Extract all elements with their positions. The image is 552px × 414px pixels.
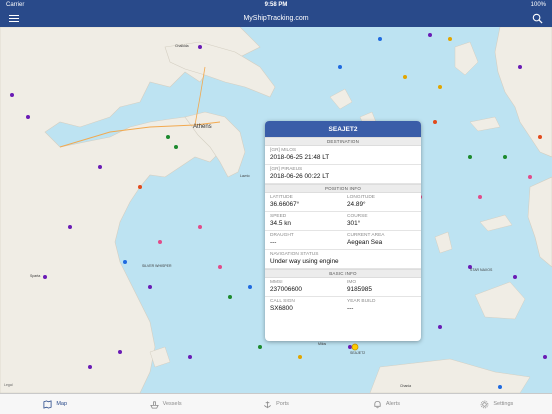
callsign-value: SX6800 xyxy=(270,305,293,312)
naxos-island xyxy=(434,231,453,254)
speed-course-row: SPEED 34.5 kn COURSE 301° xyxy=(265,212,421,231)
vessel-info-popup[interactable]: SEAJET2 DESTINATION [GR] MILOS 2018-06-2… xyxy=(265,121,421,341)
navigation-bar: MyShipTracking.com xyxy=(0,10,552,27)
tab-ports[interactable]: Ports xyxy=(221,394,331,414)
selected-vessel-marker[interactable] xyxy=(351,343,359,351)
place-label-chalkida: Chalkida xyxy=(175,44,189,48)
departure-time: 2018-06-25 21:48 LT xyxy=(270,154,330,161)
tab-settings[interactable]: Settings xyxy=(442,394,552,414)
coordinates-row: LATITUDE 36.66067° LONGITUDE 24.89° xyxy=(265,193,421,212)
app-title: MyShipTracking.com xyxy=(243,15,309,22)
mmsi-value: 237006600 xyxy=(270,286,302,293)
tab-bar: Map Vessels Ports Alerts Settings xyxy=(0,393,552,414)
tab-map-label: Map xyxy=(56,401,68,407)
place-label-milos: Milos xyxy=(318,342,326,346)
section-position: POSITION INFO xyxy=(265,184,421,193)
anchor-icon xyxy=(264,400,272,408)
callsign-year-row: CALL SIGN SX6800 YEAR BUILD --- xyxy=(265,297,421,315)
vessel-name-header: SEAJET2 xyxy=(265,121,421,137)
tab-alerts-label: Alerts xyxy=(385,401,400,407)
clock: 9:58 PM xyxy=(264,2,288,8)
mainland-landmass xyxy=(0,27,261,393)
place-label-lavrio: Lavrio xyxy=(240,174,250,178)
tab-settings-label: Settings xyxy=(493,401,514,407)
mmsi-imo-row: MMSI 237006600 IMO 9185985 xyxy=(265,278,421,297)
turkey-coast xyxy=(494,27,552,158)
tab-map[interactable]: Map xyxy=(0,394,110,414)
bell-icon xyxy=(374,400,381,408)
section-destination: DESTINATION xyxy=(265,137,421,146)
hamburger-menu-icon[interactable] xyxy=(9,13,19,23)
place-label-chania: Chania xyxy=(400,384,411,388)
search-icon[interactable] xyxy=(532,13,543,24)
carrier-label: Carrier xyxy=(6,2,25,8)
gear-icon xyxy=(481,400,489,408)
kos-island xyxy=(479,214,513,232)
tab-vessels[interactable]: Vessels xyxy=(110,394,220,414)
speed-value: 34.5 kn xyxy=(270,220,291,227)
status-bar: Carrier 9:58 PM 100% xyxy=(0,0,552,10)
section-basic-info: BASIC INFO xyxy=(265,269,421,278)
crete-island xyxy=(369,358,531,393)
navigation-status-row: NAVIGATION STATUS Under way using engine xyxy=(265,250,421,269)
course-value: 301° xyxy=(347,220,361,227)
longitude-value: 24.89° xyxy=(347,201,366,208)
tab-alerts[interactable]: Alerts xyxy=(331,394,441,414)
battery-level: 100% xyxy=(530,2,546,8)
legal-link[interactable]: Legal xyxy=(4,383,13,387)
tab-ports-label: Ports xyxy=(276,401,289,407)
ship-icon xyxy=(149,400,159,409)
rhodes-island xyxy=(474,281,526,320)
samos-island xyxy=(469,116,501,132)
area-value: Aegean Sea xyxy=(347,239,383,246)
vessel-label-star-naxos: STAR NAXOS xyxy=(470,268,493,272)
map-icon xyxy=(43,399,52,409)
tab-vessels-label: Vessels xyxy=(162,401,182,407)
arrival-row: [GR] PIRAEUS 2018-06-26 00:22 LT xyxy=(265,165,421,184)
navigation-status-value: Under way using engine xyxy=(270,258,339,265)
vessel-label-seajet2: SEAJET2 xyxy=(350,351,365,355)
departure-row: [GR] MILOS 2018-06-25 21:48 LT xyxy=(265,146,421,165)
andros-island xyxy=(329,88,353,110)
imo-value: 9185985 xyxy=(347,286,372,293)
arrival-time: 2018-06-26 00:22 LT xyxy=(270,173,330,180)
chios-island xyxy=(454,41,479,76)
year-build-value: --- xyxy=(347,305,354,312)
place-label-sparta: Sparta xyxy=(30,274,40,278)
turkey-coast-south xyxy=(527,176,552,268)
draught-value: --- xyxy=(270,239,277,246)
latitude-value: 36.66067° xyxy=(270,201,300,208)
draught-area-row: DRAUGHT --- CURRENT AREA Aegean Sea xyxy=(265,231,421,250)
vessel-label-silver-whisper: SILVER WHISPER xyxy=(142,264,172,268)
athens-label: Athens xyxy=(193,124,212,130)
